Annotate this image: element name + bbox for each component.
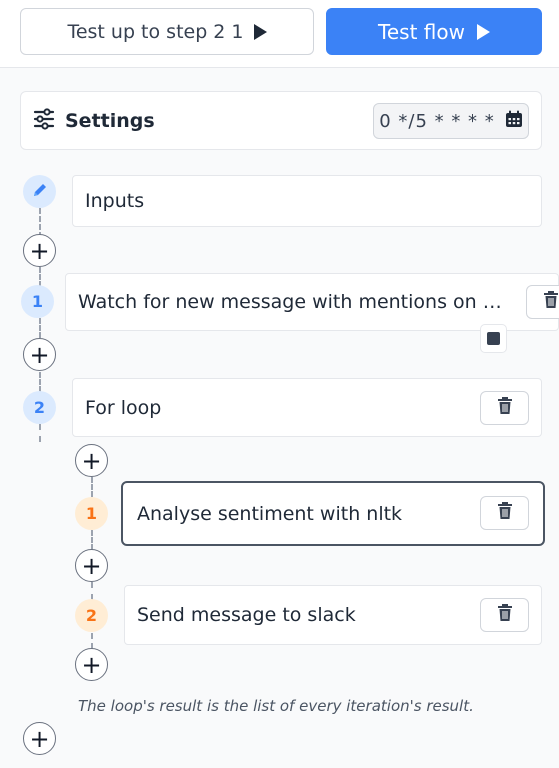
- plus-icon: +: [81, 551, 102, 580]
- stop-icon: [487, 332, 500, 345]
- trash-icon: [497, 502, 513, 524]
- connector-line: [91, 530, 93, 550]
- trash-icon: [543, 291, 559, 313]
- schedule-button[interactable]: 0 */5 * * * *: [373, 103, 529, 139]
- sliders-icon: [33, 107, 55, 134]
- trash-icon: [497, 604, 513, 626]
- stop-button[interactable]: [480, 324, 507, 353]
- loop-step-badge: 1: [75, 497, 108, 530]
- test-up-to-step-button[interactable]: Test up to step 2 1: [20, 8, 314, 55]
- add-step-button[interactable]: +: [23, 234, 56, 267]
- delete-loop-step-button[interactable]: [480, 598, 529, 632]
- step-badge: 2: [23, 391, 56, 424]
- test-flow-button[interactable]: Test flow: [326, 8, 542, 55]
- play-icon: [253, 23, 267, 40]
- step-label: For loop: [85, 396, 162, 419]
- plus-icon: +: [29, 724, 50, 753]
- delete-step-button[interactable]: [480, 391, 529, 425]
- schedule-value: 0 */5 * * * *: [379, 110, 495, 132]
- add-loop-step-button[interactable]: +: [75, 444, 108, 477]
- connector-line: [39, 424, 41, 442]
- plus-icon: +: [81, 650, 102, 679]
- step-number: 2: [33, 398, 46, 417]
- trash-icon: [497, 397, 513, 419]
- add-step-button[interactable]: +: [23, 338, 56, 371]
- settings-label: Settings: [65, 109, 155, 132]
- plus-icon: +: [29, 340, 50, 369]
- calendar-icon: [505, 110, 523, 133]
- plus-icon: +: [81, 446, 102, 475]
- connector-line: [91, 477, 93, 497]
- delete-loop-step-button[interactable]: [480, 496, 529, 530]
- loop-step-badge: 2: [75, 599, 108, 632]
- connector-line: [91, 633, 93, 649]
- loop-step-number: 1: [85, 504, 98, 523]
- play-icon: [476, 23, 490, 40]
- step-card-for-loop[interactable]: For loop: [72, 378, 542, 437]
- test-up-to-step-label: Test up to step 2 1: [67, 20, 244, 43]
- inputs-label: Inputs: [85, 190, 145, 212]
- plus-icon: +: [29, 236, 50, 265]
- step-card[interactable]: Watch for new message with mentions on H…: [65, 273, 559, 331]
- connector-line: [91, 582, 93, 600]
- pencil-icon: [31, 181, 49, 203]
- inputs-card[interactable]: Inputs: [72, 175, 542, 227]
- delete-step-button[interactable]: [526, 285, 559, 319]
- loop-step-label: Analyse sentiment with nltk: [137, 502, 403, 525]
- toolbar: Test up to step 2 1 Test flow: [0, 0, 559, 68]
- settings-card[interactable]: Settings 0 */5 * * * *: [20, 91, 542, 150]
- connector-line: [39, 267, 41, 287]
- connector-line: [39, 318, 41, 338]
- step-number: 1: [31, 292, 44, 311]
- step-label: Watch for new message with mentions on H…: [78, 291, 508, 313]
- step-badge: 1: [21, 285, 54, 318]
- inputs-badge: [23, 175, 56, 208]
- connector-line: [39, 372, 41, 392]
- test-flow-label: Test flow: [378, 19, 465, 44]
- add-step-button[interactable]: +: [23, 722, 56, 755]
- add-loop-step-button[interactable]: +: [75, 648, 108, 681]
- loop-step-number: 2: [85, 606, 98, 625]
- add-loop-step-button[interactable]: +: [75, 549, 108, 582]
- loop-step-label: Send message to slack: [137, 604, 356, 626]
- loop-result-note: The loop's result is the list of every i…: [78, 697, 474, 715]
